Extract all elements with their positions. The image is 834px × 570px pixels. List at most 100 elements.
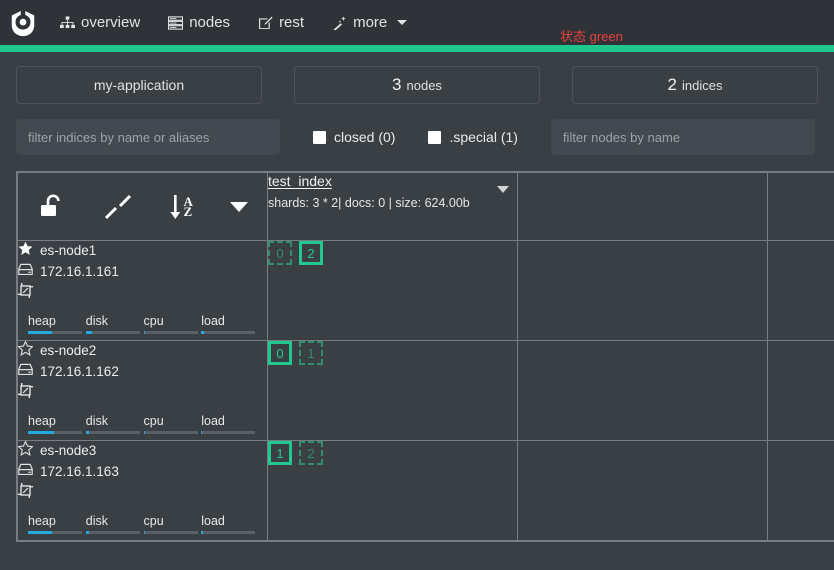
indices-count-value: 2 xyxy=(667,75,677,94)
crop-data-icon xyxy=(18,283,33,301)
cluster-status-bar xyxy=(0,45,834,52)
metric-label-heap: heap xyxy=(28,314,56,328)
node-cell-1: es-node2 172.16.1.162 heap disk cpu load xyxy=(17,340,268,441)
shard-cell-2: 1 2 xyxy=(267,440,518,541)
hard-drive-icon xyxy=(18,363,33,379)
node-metrics-1: heap disk cpu load xyxy=(28,414,259,434)
filter-row: closed (0) .special (1) xyxy=(0,104,834,155)
metric-track-heap xyxy=(28,531,82,534)
metric-label-disk: disk xyxy=(85,314,108,328)
row-empty-cell-2 xyxy=(767,440,834,541)
special-checkbox[interactable] xyxy=(428,130,442,144)
metric-track-load xyxy=(201,431,256,434)
index-menu-caret-icon[interactable] xyxy=(497,186,509,193)
nodes-count-value: 3 xyxy=(392,75,402,94)
top-navbar: overview nodes rest more 状态 green xyxy=(0,0,834,45)
metric-label-cpu: cpu xyxy=(143,514,164,528)
metric-cpu: cpu xyxy=(143,314,202,334)
metric-cpu: cpu xyxy=(143,414,202,434)
crop-data-icon xyxy=(18,383,33,401)
nav-label-more: more xyxy=(353,14,388,31)
star-filled-icon xyxy=(18,241,33,259)
table-row: es-node1 172.16.1.161 heap disk cpu load… xyxy=(17,240,834,341)
metric-load: load xyxy=(201,414,259,434)
row-empty-cell-1 xyxy=(517,240,768,341)
nav-item-overview[interactable]: overview xyxy=(46,0,154,45)
metric-heap: heap xyxy=(28,514,86,534)
index-header-cell: test_index shards: 3 * 2| docs: 0 | size… xyxy=(267,172,518,241)
nav-item-rest[interactable]: rest xyxy=(244,0,318,45)
metric-label-heap: heap xyxy=(28,514,56,528)
node-ip-1: 172.16.1.162 xyxy=(40,363,119,379)
table-row: es-node3 172.16.1.163 heap disk cpu load… xyxy=(17,440,834,541)
row-empty-cell-2 xyxy=(767,340,834,441)
metric-heap: heap xyxy=(28,414,86,434)
metric-label-load: load xyxy=(201,414,225,428)
metric-track-heap xyxy=(28,431,82,434)
cluster-status-text: 状态 green xyxy=(560,29,623,44)
caret-down-icon[interactable] xyxy=(230,201,249,212)
metric-track-disk xyxy=(85,431,140,434)
grid-header-row: A Z test_index shards: 3 * 2| docs: 0 | … xyxy=(17,172,834,241)
cluster-name-box[interactable]: my-application xyxy=(16,66,262,104)
expand-arrows-icon[interactable] xyxy=(104,194,132,220)
hard-drive-icon xyxy=(18,463,33,479)
filter-nodes-input[interactable] xyxy=(550,119,815,155)
nodes-count-box[interactable]: 3 nodes xyxy=(294,66,540,104)
index-name-link[interactable]: test_index xyxy=(268,173,332,189)
shard-primary[interactable]: 2 xyxy=(299,241,323,265)
shard-replica[interactable]: 2 xyxy=(299,441,323,465)
metric-load: load xyxy=(201,314,259,334)
node-ip-2: 172.16.1.163 xyxy=(40,463,119,479)
metric-track-cpu xyxy=(143,331,198,334)
node-cell-2: es-node3 172.16.1.163 heap disk cpu load xyxy=(17,440,268,541)
indices-count-box[interactable]: 2 indices xyxy=(572,66,818,104)
edit-square-icon xyxy=(258,16,273,30)
sort-letter-z: Z xyxy=(183,203,193,219)
sort-alpha-asc-icon[interactable]: A Z xyxy=(169,194,193,220)
shard-primary[interactable]: 0 xyxy=(268,341,292,365)
filter-indices-input[interactable] xyxy=(16,119,280,155)
row-empty-cell-2 xyxy=(767,240,834,341)
cluster-grid-wrapper: A Z test_index shards: 3 * 2| docs: 0 | … xyxy=(16,171,834,542)
metric-disk: disk xyxy=(85,314,144,334)
metric-label-cpu: cpu xyxy=(143,414,164,428)
nav-label-nodes: nodes xyxy=(189,14,231,31)
grid-header-empty-cell-1 xyxy=(517,172,768,241)
metric-track-cpu xyxy=(143,531,198,534)
node-ip-0: 172.16.1.161 xyxy=(40,263,119,279)
node-metrics-0: heap disk cpu load xyxy=(28,314,259,334)
grid-toolbar-cell: A Z xyxy=(17,172,268,241)
row-empty-cell-1 xyxy=(517,340,768,441)
filter-nodes-wrap xyxy=(550,119,815,155)
metric-label-disk: disk xyxy=(85,414,108,428)
closed-checkbox-label: closed (0) xyxy=(334,129,396,145)
indices-count-label: indices xyxy=(682,77,723,93)
nav-item-more[interactable]: more xyxy=(318,0,421,45)
nodes-count-label: nodes xyxy=(406,77,442,93)
closed-checkbox-row[interactable]: closed (0) xyxy=(313,129,395,145)
shard-replica[interactable]: 0 xyxy=(268,241,292,265)
node-cell-0: es-node1 172.16.1.161 heap disk cpu load xyxy=(17,240,268,341)
nav-item-nodes[interactable]: nodes xyxy=(154,0,244,45)
cerebro-logo[interactable] xyxy=(0,0,46,45)
unlock-icon[interactable] xyxy=(37,193,67,221)
metric-label-disk: disk xyxy=(85,514,108,528)
shard-primary[interactable]: 1 xyxy=(268,441,292,465)
special-checkbox-row[interactable]: .special (1) xyxy=(428,129,518,145)
metric-track-load xyxy=(201,531,256,534)
metric-disk: disk xyxy=(85,414,144,434)
shard-replica[interactable]: 1 xyxy=(299,341,323,365)
grid-header-empty-cell-2 xyxy=(767,172,834,241)
summary-row: my-application 3 nodes 2 indices xyxy=(0,52,834,104)
shard-cell-1: 0 1 xyxy=(267,340,518,441)
hard-drive-icon xyxy=(18,263,33,279)
closed-checkbox[interactable] xyxy=(313,130,326,144)
server-rack-icon xyxy=(168,15,184,30)
node-name-1: es-node2 xyxy=(40,342,97,358)
node-name-0: es-node1 xyxy=(40,242,97,258)
table-row: es-node2 172.16.1.162 heap disk cpu load… xyxy=(17,340,834,441)
metric-label-load: load xyxy=(201,314,225,328)
nav-label-overview: overview xyxy=(81,14,141,31)
sitemap-icon xyxy=(60,15,75,30)
